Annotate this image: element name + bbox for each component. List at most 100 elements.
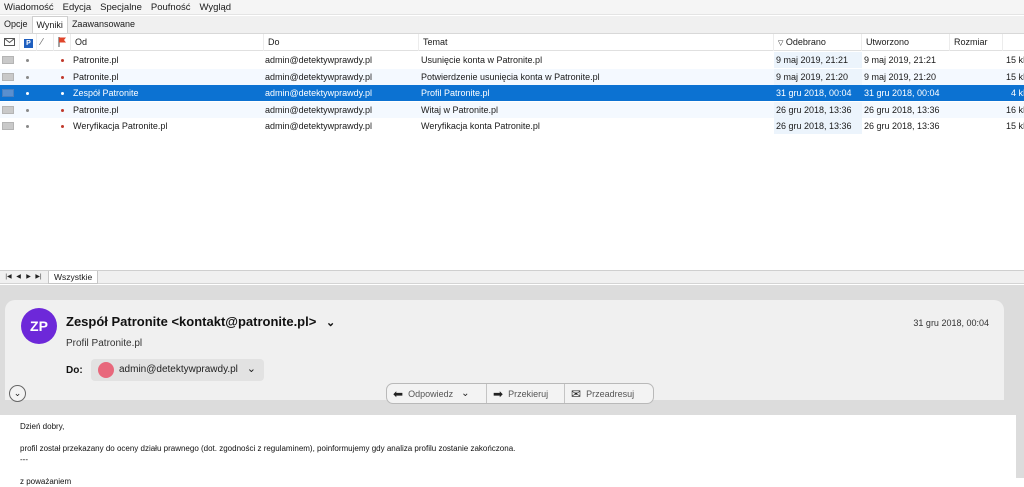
cell-size: 15 kB: [1005, 71, 1024, 82]
menu-message[interactable]: Wiadomość: [0, 0, 59, 15]
redirect-button[interactable]: ✉ Przeadresuj: [565, 384, 653, 403]
envelope-icon[interactable]: [2, 105, 14, 114]
cell-from: Weryfikacja Patronite.pl: [73, 121, 168, 131]
status-dot-icon: [61, 125, 64, 128]
cell-created: 9 maj 2019, 21:21: [864, 55, 937, 65]
cell-received: 26 gru 2018, 13:36: [774, 101, 862, 118]
sender-avatar: ZP: [21, 308, 57, 344]
p-badge-icon: P: [24, 39, 33, 48]
table-row[interactable]: Patronite.pl admin@detektywprawdy.pl Witaj…: [0, 101, 1024, 118]
prev-page-icon[interactable]: ◀: [14, 273, 23, 282]
recipient-chip[interactable]: admin@detektywprawdy.pl ⌄: [91, 359, 264, 381]
cell-size: 16 kB: [1005, 104, 1024, 115]
envelope-icon[interactable]: [2, 89, 14, 97]
received-column-label: Odebrano: [785, 37, 826, 47]
last-page-icon[interactable]: ▶|: [34, 273, 43, 282]
attachment-column-header[interactable]: ∕: [37, 34, 54, 51]
message-subject: Profil Patronite.pl: [66, 338, 143, 349]
sort-down-icon: ▽: [778, 40, 784, 47]
menu-special[interactable]: Specjalne: [96, 0, 147, 15]
priority-dot-icon: [26, 92, 29, 95]
recipient-avatar: [98, 362, 114, 378]
menu-edit[interactable]: Edycja: [59, 0, 97, 15]
envelope-icon[interactable]: [2, 56, 14, 64]
cell-created: 31 gru 2018, 00:04: [864, 88, 940, 98]
cell-size: 15 kB: [1005, 121, 1024, 131]
sheet-tabs-bar: |◀ ◀ ▶ ▶| Wszystkie: [0, 270, 1024, 284]
to-column-header[interactable]: Do: [264, 34, 419, 51]
tab-advanced[interactable]: Zaawansowane: [68, 16, 139, 33]
received-column-header[interactable]: ▽ Odebrano: [774, 34, 862, 51]
recipient-address: admin@detektywprawdy.pl: [119, 364, 238, 375]
preview-scrollbar[interactable]: [1016, 415, 1024, 478]
cell-to: admin@detektywprawdy.pl: [265, 55, 373, 65]
cell-received: 9 maj 2019, 21:20: [774, 68, 862, 85]
redirect-label: Przeadresuj: [586, 388, 635, 399]
chevron-down-icon[interactable]: ⌄: [247, 362, 256, 375]
sheet-tab-all[interactable]: Wszystkie: [48, 271, 99, 284]
body-line: [20, 465, 1016, 476]
cell-received: 31 gru 2018, 00:04: [776, 88, 852, 98]
body-line: ---: [20, 455, 28, 464]
envelope-icon[interactable]: [2, 122, 14, 130]
status-dot-icon: [61, 108, 64, 112]
sender-name: Zespół Patronite <kontakt@patronite.pl>: [66, 314, 317, 329]
menu-bar: Wiadomość Edycja Specjalne Poufność Wygl…: [0, 0, 1024, 15]
table-row[interactable]: Patronite.pl admin@detektywprawdy.pl Potwi…: [0, 68, 1024, 85]
column-header: P ∕ Od Do Temat ▽ Odebrano Utworzono Roz…: [0, 34, 1024, 51]
body-line: Dzień dobry,: [20, 422, 65, 431]
collapse-header-button[interactable]: ⌄: [9, 385, 26, 402]
cell-from: Patronite.pl: [73, 71, 119, 82]
priority-column-header[interactable]: P: [20, 34, 37, 51]
priority-dot-icon: [26, 75, 29, 79]
envelope-icon: ✉: [571, 386, 582, 401]
priority-dot-icon: [26, 59, 29, 62]
from-column-header[interactable]: Od: [71, 34, 264, 51]
envelope-icon[interactable]: [2, 72, 14, 81]
cell-subject: Profil Patronite.pl: [421, 88, 490, 98]
subject-column-header[interactable]: Temat: [419, 34, 774, 51]
cell-created: 9 maj 2019, 21:20: [864, 71, 937, 82]
menu-privacy[interactable]: Poufność: [147, 0, 196, 15]
table-row[interactable]: Weryfikacja Patronite.pl admin@detektywpr…: [0, 118, 1024, 134]
body-line: [20, 432, 1016, 443]
chevron-down-icon[interactable]: ⌄: [461, 388, 469, 399]
table-row[interactable]: Zespół Patronite admin@detektywprawdy.pl P…: [0, 85, 1024, 101]
envelope-icon: [4, 38, 15, 46]
message-preview: ZP Zespół Patronite <kontakt@patronite.p…: [0, 285, 1024, 486]
table-row[interactable]: Patronite.pl admin@detektywprawdy.pl Usuni…: [0, 52, 1024, 68]
created-column-header[interactable]: Utworzono: [862, 34, 950, 51]
search-tabs: Opcje Wyniki Zaawansowane: [0, 16, 1024, 34]
cell-received: 26 gru 2018, 13:36: [774, 118, 862, 134]
first-page-icon[interactable]: |◀: [4, 273, 13, 282]
forward-button[interactable]: ➡ Przekieruj: [487, 384, 565, 403]
status-dot-icon: [61, 92, 64, 95]
paperclip-icon: ∕: [41, 37, 43, 48]
menu-view[interactable]: Wygląd: [196, 0, 237, 15]
message-list: P ∕ Od Do Temat ▽ Odebrano Utworzono Roz…: [0, 34, 1024, 270]
reply-button[interactable]: ⬅ Odpowiedz ⌄: [387, 384, 487, 403]
cell-to: admin@detektywprawdy.pl: [265, 121, 373, 131]
reply-label: Odpowiedz: [408, 388, 454, 399]
tab-options[interactable]: Opcje: [0, 16, 32, 33]
message-body: Dzień dobry, profil został przekazany do…: [0, 415, 1016, 486]
next-page-icon[interactable]: ▶: [24, 273, 33, 282]
read-column-header[interactable]: [0, 34, 20, 51]
chevron-down-icon[interactable]: ⌄: [326, 317, 335, 329]
forward-arrow-icon: ➡: [493, 386, 504, 401]
cell-subject: Potwierdzenie usunięcia konta w Patronit…: [421, 71, 600, 82]
sender-line[interactable]: Zespół Patronite <kontakt@patronite.pl> …: [66, 314, 335, 329]
tab-results[interactable]: Wyniki: [31, 16, 68, 33]
cell-subject: Weryfikacja konta Patronite.pl: [421, 121, 540, 131]
cell-subject: Usunięcie konta w Patronite.pl: [421, 55, 543, 65]
flag-column-header[interactable]: [54, 34, 71, 51]
cell-from: Patronite.pl: [73, 104, 119, 115]
reply-arrow-icon: ⬅: [393, 386, 404, 401]
cell-received: 9 maj 2019, 21:21: [774, 52, 862, 68]
body-line: profil został przekazany do oceny działu…: [20, 444, 516, 453]
size-column-header[interactable]: Rozmiar: [950, 34, 1003, 51]
message-date: 31 gru 2018, 00:04: [913, 318, 989, 328]
cell-to: admin@detektywprawdy.pl: [265, 71, 373, 82]
cell-from: Patronite.pl: [73, 55, 119, 65]
cell-from: Zespół Patronite: [73, 88, 139, 98]
